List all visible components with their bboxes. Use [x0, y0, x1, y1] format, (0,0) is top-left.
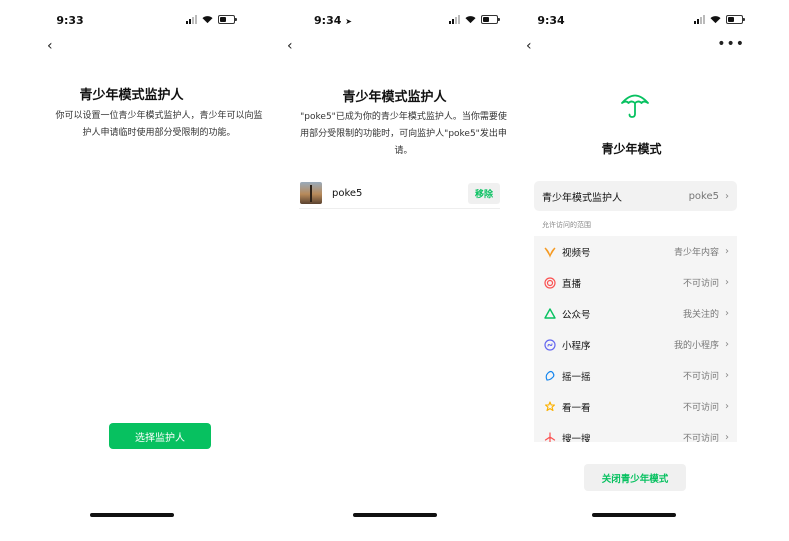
back-chevron-icon[interactable]: ‹ [526, 38, 532, 54]
chevron-right-icon: › [725, 339, 729, 350]
status-time: 9:34 [537, 14, 565, 27]
status-bar: 9:34 [526, 14, 789, 30]
live-icon [544, 276, 556, 289]
battery-icon [481, 15, 500, 24]
list-item-live[interactable]: 直播 不可访问 › [534, 267, 737, 298]
guardian-setting-row[interactable]: 青少年模式监护人 poke5 › [534, 181, 737, 211]
wifi-icon [710, 16, 721, 24]
page-title: 青少年模式监护人 [79, 88, 184, 103]
item-value: 不可访问 [682, 434, 719, 442]
item-value: 我关注的 [682, 310, 719, 320]
list-item-shake[interactable]: 摇一摇 不可访问 › [534, 360, 737, 391]
home-indicator [352, 513, 437, 517]
chevron-right-icon: › [725, 370, 729, 381]
page-description: 你可以设置一位青少年模式监护人，青少年可以向监护人申请临时使用部分受限制的功能。 [55, 111, 263, 138]
list-item-channels[interactable]: 视频号 青少年内容 › [534, 236, 737, 267]
chevron-right-icon: › [725, 401, 729, 412]
umbrella-icon [621, 94, 649, 118]
item-label: 看一看 [562, 402, 591, 414]
chevron-right-icon: › [725, 277, 729, 288]
item-label: 摇一摇 [562, 371, 591, 383]
select-guardian-button[interactable]: 选择监护人 [109, 423, 211, 449]
chevron-right-icon: › [725, 432, 729, 442]
list-item-top-stories[interactable]: 看一看 不可访问 › [534, 391, 737, 422]
chevron-right-icon: › [725, 246, 729, 257]
channels-icon [544, 246, 556, 258]
wifi-icon [202, 16, 213, 24]
close-teen-mode-button[interactable]: 关闭青少年模式 [584, 464, 686, 491]
guardian-row: poke5 移除 [299, 178, 500, 209]
back-chevron-icon[interactable]: ‹ [47, 38, 53, 54]
status-bar: 9:34 ➤ [263, 14, 526, 30]
page-title: 青少年模式 [601, 142, 662, 156]
chevron-right-icon: › [725, 190, 729, 202]
battery-icon [218, 15, 237, 24]
item-label: 直播 [562, 278, 582, 290]
status-bar: 9:33 [0, 14, 263, 30]
list-item-mini-programs[interactable]: 小程序 我的小程序 › [534, 329, 737, 360]
item-label: 小程序 [562, 340, 591, 352]
item-value: 不可访问 [682, 279, 719, 289]
top-stories-icon [544, 400, 556, 413]
wifi-icon [465, 16, 476, 24]
access-scope-list: 视频号 青少年内容 › 直播 不可访问 › 公众号 我关注的 › 小程序 我的小… [534, 236, 737, 442]
screen-guardian-intro: 9:33 ‹ 青少年模式监护人 你可以设置一位青少年模式监护人，青少年可以向监护… [0, 0, 263, 541]
mini-program-icon [544, 338, 556, 351]
back-chevron-icon[interactable]: ‹ [287, 38, 293, 54]
remove-guardian-button[interactable]: 移除 [467, 182, 500, 204]
chevron-right-icon: › [725, 308, 729, 319]
home-indicator [592, 513, 676, 517]
screen-teen-mode: 9:34 ‹ ••• 青少年模式 青少年模式监护人 poke5 › 允许访问的范… [526, 0, 789, 541]
list-item-search[interactable]: 搜一搜 不可访问 › [534, 422, 737, 442]
cellular-signal-icon [449, 15, 460, 24]
item-value: 我的小程序 [673, 341, 719, 351]
official-account-icon [544, 307, 556, 320]
item-label: 搜一搜 [562, 433, 591, 443]
item-label: 视频号 [562, 247, 591, 259]
cellular-signal-icon [186, 15, 197, 24]
page-title: 青少年模式监护人 [342, 90, 447, 105]
avatar [300, 182, 322, 204]
guardian-value: poke5 [688, 190, 719, 202]
home-indicator [89, 513, 174, 517]
item-value: 青少年内容 [673, 248, 719, 258]
item-value: 不可访问 [682, 403, 719, 413]
cellular-signal-icon [694, 15, 705, 24]
more-options-icon[interactable]: ••• [717, 36, 745, 52]
guardian-name: poke5 [332, 187, 363, 199]
status-time: 9:33 [56, 14, 84, 27]
battery-icon [726, 15, 745, 24]
item-value: 不可访问 [682, 372, 719, 382]
search-icon [544, 431, 556, 442]
item-label: 公众号 [562, 309, 591, 321]
list-item-official-accounts[interactable]: 公众号 我关注的 › [534, 298, 737, 329]
status-time: 9:34 ➤ [314, 14, 352, 27]
screen-guardian-set: 9:34 ➤ ‹ 青少年模式监护人 "poke5"已成为你的青少年模式监护人。当… [263, 0, 526, 541]
section-header: 允许访问的范围 [542, 221, 591, 229]
shake-icon [544, 370, 556, 382]
page-description: "poke5"已成为你的青少年模式监护人。当你需要使用部分受限制的功能时，可向监… [300, 112, 507, 156]
location-arrow-icon: ➤ [345, 17, 352, 26]
guardian-label: 青少年模式监护人 [542, 192, 622, 204]
